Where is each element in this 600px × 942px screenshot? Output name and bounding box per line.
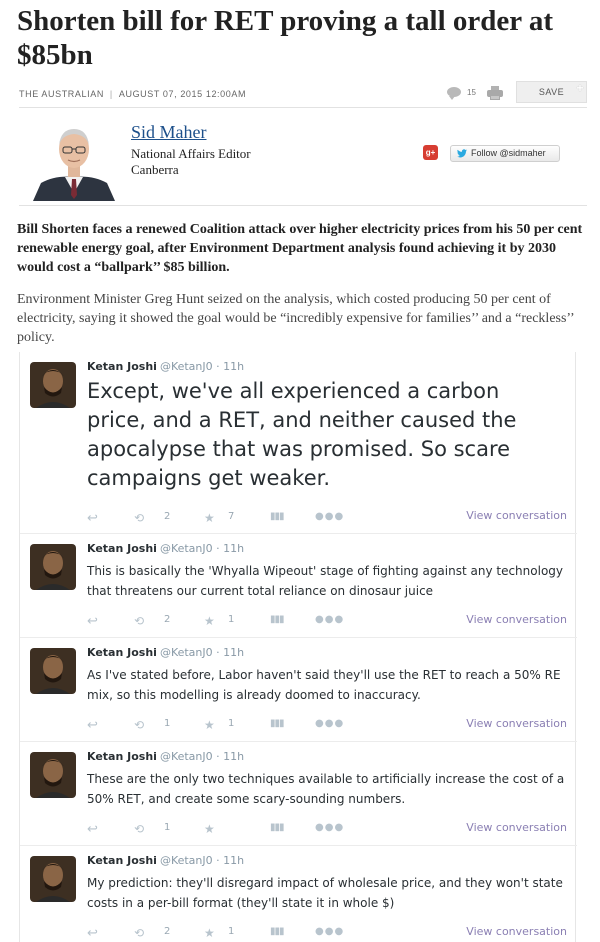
article-byline: THE AUSTRALIAN | AUGUST 07, 2015 12:00AM (19, 89, 246, 99)
star-icon[interactable]: ★ (204, 926, 215, 940)
reply-icon[interactable]: ↩ (87, 511, 98, 526)
save-button[interactable]: SAVE + (516, 81, 587, 103)
star-icon[interactable]: ★ (204, 822, 215, 836)
favorite-count: 1 (228, 926, 235, 937)
more-icon[interactable]: ●●● (315, 822, 344, 833)
tweet-author-name: Ketan Joshi (87, 750, 157, 763)
reply-icon[interactable]: ↩ (87, 614, 98, 629)
more-icon[interactable]: ●●● (315, 511, 344, 522)
star-icon[interactable]: ★ (204, 614, 215, 628)
author-photo (31, 121, 117, 201)
stats-icon[interactable]: ▮▮▮ (270, 926, 284, 937)
retweet-count: 2 (164, 511, 171, 522)
retweet-count: 1 (164, 822, 171, 833)
comment-count[interactable]: 15 (467, 88, 476, 97)
favorite-count: 1 (228, 614, 235, 625)
twitter-bird-icon (457, 149, 467, 158)
tweet: Ketan Joshi @KetanJ0 · 11h These are the … (20, 742, 577, 846)
view-conversation-link[interactable]: View conversation (466, 509, 567, 522)
tweet-text: As I've stated before, Labor haven't sai… (87, 668, 561, 702)
tweet-avatar[interactable] (30, 752, 76, 798)
tweet-handle: @KetanJ0 · 11h (159, 750, 245, 763)
author-name-link[interactable]: Sid Maher (131, 122, 207, 143)
retweet-icon[interactable]: ⟲ (134, 926, 144, 940)
tweet-handle: @KetanJ0 · 11h (159, 646, 245, 659)
view-conversation-link[interactable]: View conversation (466, 613, 567, 626)
author-title: National Affairs Editor (131, 146, 251, 161)
tweet: Ketan Joshi @KetanJ0 · 11h This is basica… (20, 534, 577, 638)
tweet-text: This is basically the 'Whyalla Wipeout' … (87, 564, 564, 598)
retweet-count: 2 (164, 614, 171, 625)
view-conversation-link[interactable]: View conversation (466, 821, 567, 834)
tweet-text: Except, we've all experienced a carbon p… (87, 379, 517, 490)
author-location: Canberra (131, 162, 179, 177)
more-icon[interactable]: ●●● (315, 718, 344, 729)
google-plus-icon[interactable]: g+ (423, 145, 438, 160)
reply-icon[interactable]: ↩ (87, 822, 98, 837)
article-source: THE AUSTRALIAN (19, 89, 104, 99)
tweet-author[interactable]: Ketan Joshi @KetanJ0 · 11h (87, 854, 244, 867)
byline-separator: | (109, 89, 113, 99)
plus-icon: + (576, 81, 584, 95)
tweet-text: My prediction: they'll disregard impact … (87, 876, 563, 910)
tweet-author-name: Ketan Joshi (87, 542, 157, 555)
tweet: Ketan Joshi @KetanJ0 · 11h As I've stated… (20, 638, 577, 742)
article-meta-bar: THE AUSTRALIAN | AUGUST 07, 2015 12:00AM 1… (19, 81, 587, 108)
stats-icon[interactable]: ▮▮▮ (270, 822, 284, 833)
tweet: Ketan Joshi @KetanJ0 · 11h Except, we've … (20, 352, 577, 534)
article-lead: Bill Shorten faces a renewed Coalition a… (17, 222, 583, 275)
view-conversation-link[interactable]: View conversation (466, 925, 567, 938)
tweet-author-name: Ketan Joshi (87, 854, 157, 867)
reply-icon[interactable]: ↩ (87, 926, 98, 941)
more-icon[interactable]: ●●● (315, 926, 344, 937)
stats-icon[interactable]: ▮▮▮ (270, 614, 284, 625)
tweet-avatar[interactable] (30, 544, 76, 590)
tweet-author[interactable]: Ketan Joshi @KetanJ0 · 11h (87, 542, 244, 555)
reply-icon[interactable]: ↩ (87, 718, 98, 733)
retweet-icon[interactable]: ⟲ (134, 718, 144, 732)
tweet-author-name: Ketan Joshi (87, 646, 157, 659)
retweet-count: 1 (164, 718, 171, 729)
follow-label: Follow @sidmaher (471, 148, 546, 158)
stats-icon[interactable]: ▮▮▮ (270, 718, 284, 729)
comment-icon[interactable] (447, 87, 461, 100)
retweet-icon[interactable]: ⟲ (134, 614, 144, 628)
star-icon[interactable]: ★ (204, 718, 215, 732)
print-icon[interactable] (487, 86, 503, 100)
tweet-handle: @KetanJ0 · 11h (159, 542, 245, 555)
more-icon[interactable]: ●●● (315, 614, 344, 625)
tweet-author[interactable]: Ketan Joshi @KetanJ0 · 11h (87, 360, 244, 373)
view-conversation-link[interactable]: View conversation (466, 717, 567, 730)
tweet-avatar[interactable] (30, 856, 76, 902)
tweet-text: These are the only two techniques availa… (87, 772, 565, 806)
tweet-handle: @KetanJ0 · 11h (159, 360, 245, 373)
star-icon[interactable]: ★ (204, 511, 215, 525)
favorite-count: 7 (228, 511, 235, 522)
twitter-follow-button[interactable]: Follow @sidmaher (450, 145, 560, 162)
article-date: AUGUST 07, 2015 12:00AM (118, 89, 247, 99)
favorite-count: 1 (228, 718, 235, 729)
tweet: Ketan Joshi @KetanJ0 · 11h My prediction:… (20, 846, 577, 942)
retweet-count: 2 (164, 926, 171, 937)
tweet-handle: @KetanJ0 · 11h (159, 854, 245, 867)
article-headline: Shorten bill for RET proving a tall orde… (17, 5, 554, 71)
tweet-author[interactable]: Ketan Joshi @KetanJ0 · 11h (87, 750, 244, 763)
embedded-tweets: Ketan Joshi @KetanJ0 · 11h Except, we've … (19, 352, 577, 942)
retweet-icon[interactable]: ⟲ (134, 511, 144, 525)
tweet-avatar[interactable] (30, 362, 76, 408)
tweet-author[interactable]: Ketan Joshi @KetanJ0 · 11h (87, 646, 244, 659)
tweet-author-name: Ketan Joshi (87, 360, 157, 373)
stats-icon[interactable]: ▮▮▮ (270, 511, 284, 522)
author-block: Sid Maher National Affairs Editor Canber… (19, 112, 587, 206)
tweet-avatar[interactable] (30, 648, 76, 694)
article-paragraph: Environment Minister Greg Hunt seized on… (17, 292, 574, 345)
retweet-icon[interactable]: ⟲ (134, 822, 144, 836)
save-label: SAVE (538, 87, 565, 97)
